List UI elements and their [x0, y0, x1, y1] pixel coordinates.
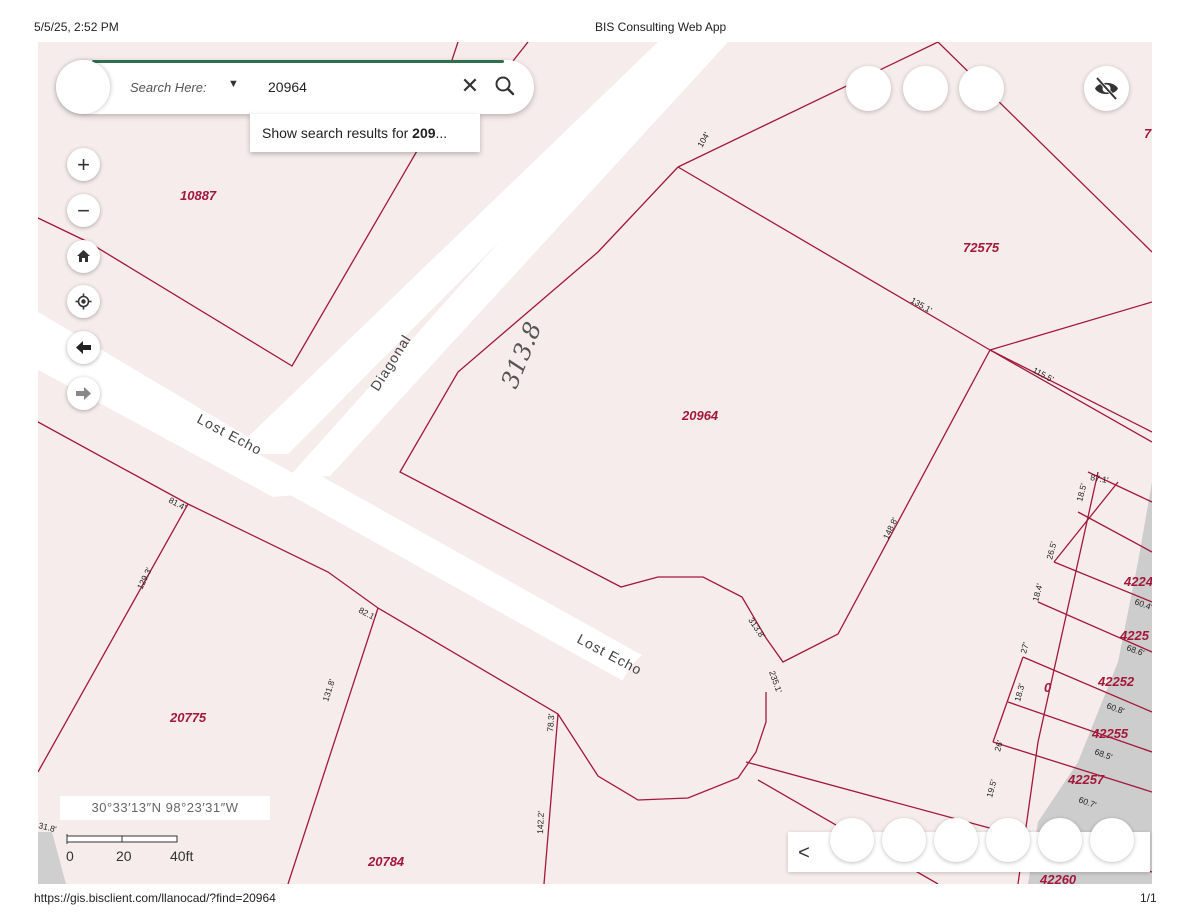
- home-icon: [77, 250, 90, 262]
- scale-label: 20: [116, 848, 132, 864]
- bottom-tool-button-1[interactable]: [830, 818, 874, 862]
- print-page-count: 1/1: [1140, 891, 1157, 905]
- parcel-id: 72575: [963, 240, 1000, 255]
- home-button[interactable]: [67, 240, 100, 273]
- locate-button[interactable]: [67, 285, 100, 318]
- parcel-id-selected: 20964: [681, 408, 719, 423]
- menu-button[interactable]: [56, 60, 110, 114]
- search-bar-accent: [92, 60, 504, 63]
- bottom-tool-button-2[interactable]: [882, 818, 926, 862]
- parcel-id: 20775: [169, 710, 207, 725]
- parcel-id: 10887: [180, 188, 217, 203]
- bottom-tool-button-5[interactable]: [1038, 818, 1082, 862]
- parcel-id: 4224: [1123, 574, 1152, 589]
- scale-label: 40ft: [170, 848, 194, 864]
- search-input[interactable]: [266, 74, 450, 100]
- parcel-map: Diagonal Lost Echo Lost Echo 10887 72575…: [38, 42, 1152, 884]
- plus-icon: +: [77, 152, 90, 177]
- print-url: https://gis.bisclient.com/llanocad/?find…: [34, 891, 276, 905]
- parcel-id: 7: [1144, 126, 1152, 141]
- tool-button-1[interactable]: [846, 66, 891, 111]
- map-canvas[interactable]: Diagonal Lost Echo Lost Echo 10887 72575…: [38, 42, 1152, 884]
- suggestion-suffix: ...: [435, 125, 448, 141]
- parcel-id: 42255: [1091, 726, 1129, 741]
- chevron-left-icon[interactable]: <: [792, 838, 816, 868]
- parcel-id: 42252: [1097, 674, 1135, 689]
- eye-off-icon: [1095, 76, 1118, 101]
- scale-bar-graphic: [66, 834, 178, 844]
- parcel-id: 42257: [1067, 772, 1105, 787]
- search-source-label: Search Here:: [130, 80, 207, 95]
- visibility-toggle-button[interactable]: [1084, 66, 1129, 111]
- parcel-id: 0: [1044, 680, 1052, 695]
- bottom-tool-button-4[interactable]: [986, 818, 1030, 862]
- forward-extent-button[interactable]: [67, 377, 100, 410]
- scale-bar: 0 20 40ft: [66, 832, 206, 868]
- zoom-in-button[interactable]: +: [67, 148, 100, 181]
- zoom-out-button[interactable]: −: [67, 194, 100, 227]
- parcel-id: 42260: [1039, 872, 1077, 884]
- search-suggestion[interactable]: Show search results for 209...: [250, 114, 480, 152]
- bottom-tool-button-6[interactable]: [1090, 818, 1134, 862]
- print-page-title: BIS Consulting Web App: [595, 20, 727, 34]
- chevron-down-icon[interactable]: ▼: [228, 78, 239, 90]
- arrow-left-icon: [76, 341, 91, 354]
- close-icon[interactable]: ✕: [458, 74, 482, 98]
- crosshair-icon: [75, 293, 92, 310]
- dimension-label: 78.3': [545, 713, 556, 732]
- scale-label: 0: [66, 848, 74, 864]
- search-bar: Search Here: ▼ ✕: [56, 60, 534, 114]
- parcel-id: 20784: [367, 854, 405, 869]
- print-datetime: 5/5/25, 2:52 PM: [34, 20, 119, 34]
- arrow-right-icon: [76, 387, 91, 400]
- coordinate-readout: 30°33′13″N 98°23′31″W: [60, 796, 270, 820]
- search-icon[interactable]: [492, 73, 518, 99]
- tool-button-2[interactable]: [903, 66, 948, 111]
- tool-button-3[interactable]: [959, 66, 1004, 111]
- parcel-id: 4225: [1119, 628, 1150, 643]
- dimension-label: 142.2': [535, 810, 546, 834]
- suggestion-bold: 209: [412, 125, 436, 141]
- bottom-tool-button-3[interactable]: [934, 818, 978, 862]
- suggestion-prefix: Show search results for: [262, 125, 413, 141]
- minus-icon: −: [77, 198, 90, 223]
- back-extent-button[interactable]: [67, 331, 100, 364]
